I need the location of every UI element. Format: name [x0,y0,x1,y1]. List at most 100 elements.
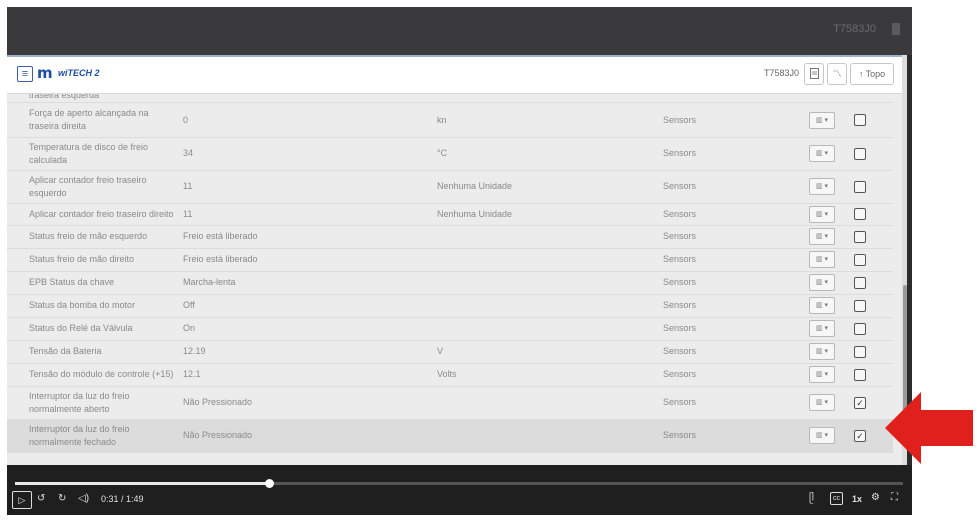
speed-button[interactable]: 1x [852,494,862,504]
select-checkbox[interactable]: ✓ [854,429,866,442]
witech-logo: wiTECH 2 [58,68,100,78]
parameter-name: Aplicar contador freio traseiro esquerdo [29,174,147,198]
parameter-unit: kn [437,114,447,125]
graph-dropdown-button[interactable]: ▥ ▾ [809,205,835,223]
gear-icon[interactable]: ⚙ [871,492,880,503]
rss-icon: 〽 [832,69,842,79]
dark-top-area: T7583J0 [7,7,912,55]
video-player-controls: ▷ ↺ ↻ ◁) 0:31 / 1:49 ᥫ cc 1x ⚙ ⛶ [7,465,912,515]
graph-dropdown-button[interactable]: ▥ ▾ [809,343,835,360]
parameter-group: Sensors [663,430,697,440]
table-row: Aplicar contador freio traseiro direito 1… [7,203,893,226]
select-checkbox[interactable] [854,114,866,126]
parameter-group: Sensors [663,346,697,356]
parameter-name: Status freio de mão direito [29,254,135,264]
hamburger-menu-icon[interactable]: ≡ [17,66,33,82]
parameter-group: Sensors [663,114,697,125]
graph-dropdown-button[interactable]: ▥ ▾ [809,178,835,195]
volume-icon[interactable]: ◁) [78,493,89,504]
select-checkbox[interactable] [854,276,866,289]
document-icon [809,68,819,79]
select-checkbox[interactable] [854,368,866,381]
table-row: Aplicar contador freio traseiro esquerdo… [7,170,893,204]
parameter-unit: Nenhuma Unidade [437,181,513,191]
table-row-partial: traseira esquerda [7,94,893,103]
table-row: Temperatura de disco de freio calculada 3… [7,137,893,171]
parameter-group: Sensors [663,148,697,158]
parameter-value: Não Pressionado [183,397,253,407]
parameter-group: Sensors [663,181,697,191]
progress-fill [15,482,269,485]
forward-10-icon[interactable]: ↻ [58,493,66,504]
topo-button[interactable]: ↑ Topo [850,63,894,85]
select-checkbox[interactable] [854,147,866,160]
parameter-name: Aplicar contador freio traseiro direito [29,208,174,219]
parameter-name: Força de aperto alcançada na traseira di… [29,108,149,131]
select-checkbox[interactable]: ✓ [854,396,866,409]
graph-dropdown-button[interactable]: ▥ ▾ [809,427,835,444]
graph-dropdown-button[interactable]: ▥ ▾ [809,320,835,337]
parameter-name: Interruptor da luz do freio normalmente … [29,423,130,447]
parameter-value: Não Pressionado [183,430,253,440]
witech-app: ≡ m wiTECH 2 T7583J0 〽 ↑ Topo traseira e… [7,55,907,465]
top-square-icon [892,23,900,35]
parameter-group: Sensors [663,277,697,287]
parameter-group: Sensors [663,369,697,379]
red-arrow-annotation [885,392,973,464]
parameter-value: Marcha-lenta [183,277,236,287]
select-checkbox[interactable] [854,253,866,266]
rewind-10-icon[interactable]: ↺ [37,493,45,504]
progress-bar[interactable] [15,479,903,488]
parameter-value: 0 [183,114,189,125]
parameter-unit: Volts [437,369,457,379]
table-row: EPB Status da chave Marcha-lenta Sensors ▥ … [7,271,893,295]
graph-dropdown-button[interactable]: ▥ ▾ [809,274,835,291]
graph-dropdown-button[interactable]: ▥ ▾ [809,111,835,129]
top-title: T7583J0 [833,23,876,35]
select-checkbox[interactable] [854,322,866,335]
select-checkbox[interactable] [854,299,866,312]
parameter-group: Sensors [663,254,697,264]
header-accent-line [7,55,907,57]
parameter-value: Off [183,300,195,310]
parameter-name: traseira esquerda [29,94,100,100]
app-header: ≡ m wiTECH 2 T7583J0 〽 ↑ Topo [7,55,907,94]
graph-dropdown-button[interactable]: ▥ ▾ [809,366,835,383]
table-row: Interruptor da luz do freio normalmente … [7,419,893,453]
parameter-group: Sensors [663,300,697,310]
parameter-unit: Nenhuma Unidade [437,208,513,219]
time-display: 0:31 / 1:49 [101,494,144,504]
graph-dropdown-button[interactable]: ▥ ▾ [809,251,835,268]
parameter-name: Status da bomba do motor [29,300,136,310]
select-checkbox[interactable] [854,230,866,243]
report-button[interactable] [804,63,824,85]
select-checkbox[interactable] [854,345,866,358]
parameter-unit: V [437,346,444,356]
fullscreen-icon[interactable]: ⛶ [891,492,898,503]
select-checkbox[interactable] [854,208,866,220]
arrow-up-icon: ↑ [858,69,864,79]
vin-label: T7583J0 [764,68,800,78]
graph-dropdown-button[interactable]: ▥ ▾ [809,145,835,162]
graph-dropdown-button[interactable]: ▥ ▾ [809,228,835,245]
parameter-name: Interruptor da luz do freio normalmente … [29,390,130,414]
graph-dropdown-button[interactable]: ▥ ▾ [809,394,835,411]
play-icon[interactable]: ▷ [12,491,32,509]
table-row: Status do Relé da Válvula On Sensors ▥ ▾ [7,317,893,341]
parameter-name: Temperatura de disco de freio calculada [29,141,149,165]
table-row: Tensão do módulo de controle (+15) 12.1 Vo… [7,363,893,387]
rss-button[interactable]: 〽 [827,63,847,85]
table-row: Status freio de mão direito Freio está li… [7,248,893,272]
mopar-logo-icon: m [37,64,53,82]
progress-knob[interactable] [264,479,274,488]
parameter-group: Sensors [663,208,697,219]
parameter-value: 11 [183,181,193,191]
graph-dropdown-button[interactable]: ▥ ▾ [809,297,835,314]
captions-icon[interactable]: cc [830,492,843,505]
accessibility-icon[interactable]: ᥫ [809,493,814,504]
parameter-name: Status do Relé da Válvula [29,323,133,333]
parameter-value: Freio está liberado [183,254,258,264]
select-checkbox[interactable] [854,180,866,193]
table-row: Status freio de mão esquerdo Freio está l… [7,225,893,249]
topo-label: Topo [865,69,886,79]
